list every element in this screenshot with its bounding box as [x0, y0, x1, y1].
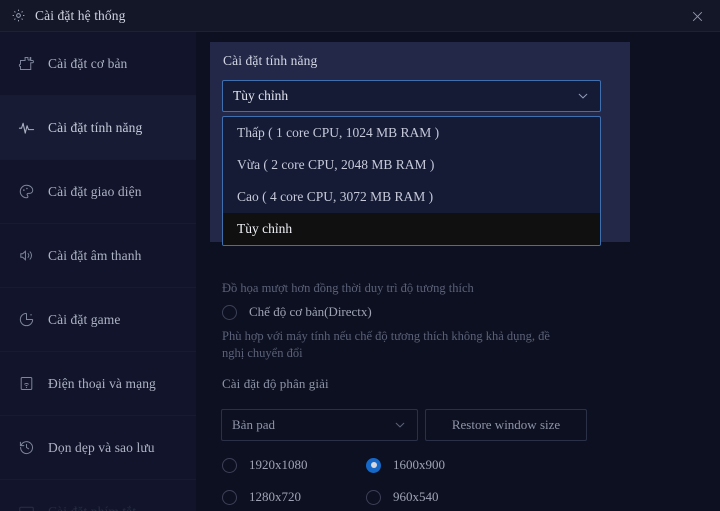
palette-icon	[18, 183, 35, 200]
radio-label: 960x540	[393, 489, 439, 504]
sidebar-item-feature-settings[interactable]: Cài đặt tính năng	[0, 96, 196, 160]
resolution-option-1600x900[interactable]: 1600x900	[366, 457, 445, 473]
radio-1280x720[interactable]	[222, 489, 237, 505]
sidebar-item-label: Cài đặt game	[48, 311, 121, 327]
sidebar-item-label: Cài đặt phím tắt	[48, 503, 137, 511]
sidebar-item-label: Cài đặt cơ bản	[48, 55, 128, 71]
radio-1600x900[interactable]	[366, 457, 381, 473]
sidebar-item-label: Cài đặt âm thanh	[48, 247, 142, 263]
basic-directx-helper-text: Phù hợp với máy tính nếu chế độ tương th…	[222, 329, 550, 360]
dropdown-option-custom[interactable]: Tùy chỉnh	[223, 213, 600, 245]
dropdown-option-low[interactable]: Thấp ( 1 core CPU, 1024 MB RAM )	[223, 117, 600, 149]
advanced-compat-helper-text: Đồ họa mượt hơn đồng thời duy trì độ tươ…	[222, 281, 474, 295]
sidebar-item-interface-settings[interactable]: Cài đặt giao diện	[0, 160, 196, 224]
resolution-option-1280x720[interactable]: 1280x720	[222, 489, 301, 505]
history-icon	[18, 439, 35, 456]
radio-1920x1080[interactable]	[222, 457, 237, 473]
sidebar-item-game-settings[interactable]: Cài đặt game	[0, 288, 196, 352]
radio-960x540[interactable]	[366, 489, 381, 505]
sidebar-item-hotkey-settings[interactable]: Cài đặt phím tắt	[0, 480, 196, 511]
performance-preset-option-list[interactable]: Thấp ( 1 core CPU, 1024 MB RAM ) Vừa ( 2…	[222, 116, 601, 246]
waveform-icon	[18, 119, 35, 136]
radio-label: 1280x720	[249, 489, 301, 504]
sidebar-item-label: Điện thoại và mạng	[48, 375, 156, 391]
puzzle-icon	[18, 55, 35, 72]
radio-label: 1600x900	[393, 457, 445, 472]
phone-wifi-icon	[18, 375, 35, 392]
keyboard-icon	[18, 503, 35, 511]
sidebar-item-label: Dọn dẹp và sao lưu	[48, 439, 155, 455]
gamepad-icon	[18, 311, 35, 328]
title-bar: Cài đặt hệ thống	[0, 0, 720, 32]
dropdown-panel-title: Cài đặt tính năng	[223, 53, 318, 68]
title-bar-left: Cài đặt hệ thống	[0, 8, 125, 24]
radio-label: Chế độ cơ bản(Directx)	[249, 304, 372, 319]
sidebar-item-label: Cài đặt tính năng	[48, 119, 143, 135]
resolution-preset-value: Bản pad	[232, 417, 275, 432]
resolution-option-1920x1080[interactable]: 1920x1080	[222, 457, 308, 473]
sidebar[interactable]: Cài đặt cơ bản Cài đặt tính năng Cài đặt…	[0, 32, 196, 511]
sidebar-item-label: Cài đặt giao diện	[48, 183, 142, 199]
dropdown-option-high[interactable]: Cao ( 4 core CPU, 3072 MB RAM )	[223, 181, 600, 213]
sidebar-item-sound-settings[interactable]: Cài đặt âm thanh	[0, 224, 196, 288]
close-button[interactable]	[674, 0, 720, 32]
sidebar-item-basic-settings[interactable]: Cài đặt cơ bản	[0, 32, 196, 96]
resolution-option-960x540[interactable]: 960x540	[366, 489, 439, 505]
resolution-section-title: Cài đặt độ phân giải	[222, 376, 329, 391]
performance-preset-value: Tùy chỉnh	[233, 88, 289, 103]
gear-icon	[11, 8, 26, 23]
feature-settings-dropdown-panel: Cài đặt tính năng Tùy chỉnh Thấp ( 1 cor…	[210, 42, 630, 246]
speaker-icon	[18, 247, 35, 264]
graphics-option-basic-directx[interactable]: Chế độ cơ bản(Directx)	[222, 304, 372, 320]
sidebar-item-cleanup-backup[interactable]: Dọn dẹp và sao lưu	[0, 416, 196, 480]
resolution-preset-select[interactable]: Bản pad	[221, 409, 418, 441]
performance-preset-select[interactable]: Tùy chỉnh	[222, 80, 601, 112]
close-icon	[692, 11, 702, 21]
dropdown-option-medium[interactable]: Vừa ( 2 core CPU, 2048 MB RAM )	[223, 149, 600, 181]
restore-window-size-button[interactable]: Restore window size	[425, 409, 587, 441]
radio-label: 1920x1080	[249, 457, 308, 472]
window-title: Cài đặt hệ thống	[35, 7, 126, 23]
sidebar-item-phone-network[interactable]: Điện thoại và mạng	[0, 352, 196, 416]
chevron-down-icon	[395, 422, 405, 428]
radio-basic-directx[interactable]	[222, 304, 237, 320]
chevron-down-icon[interactable]	[576, 89, 590, 103]
